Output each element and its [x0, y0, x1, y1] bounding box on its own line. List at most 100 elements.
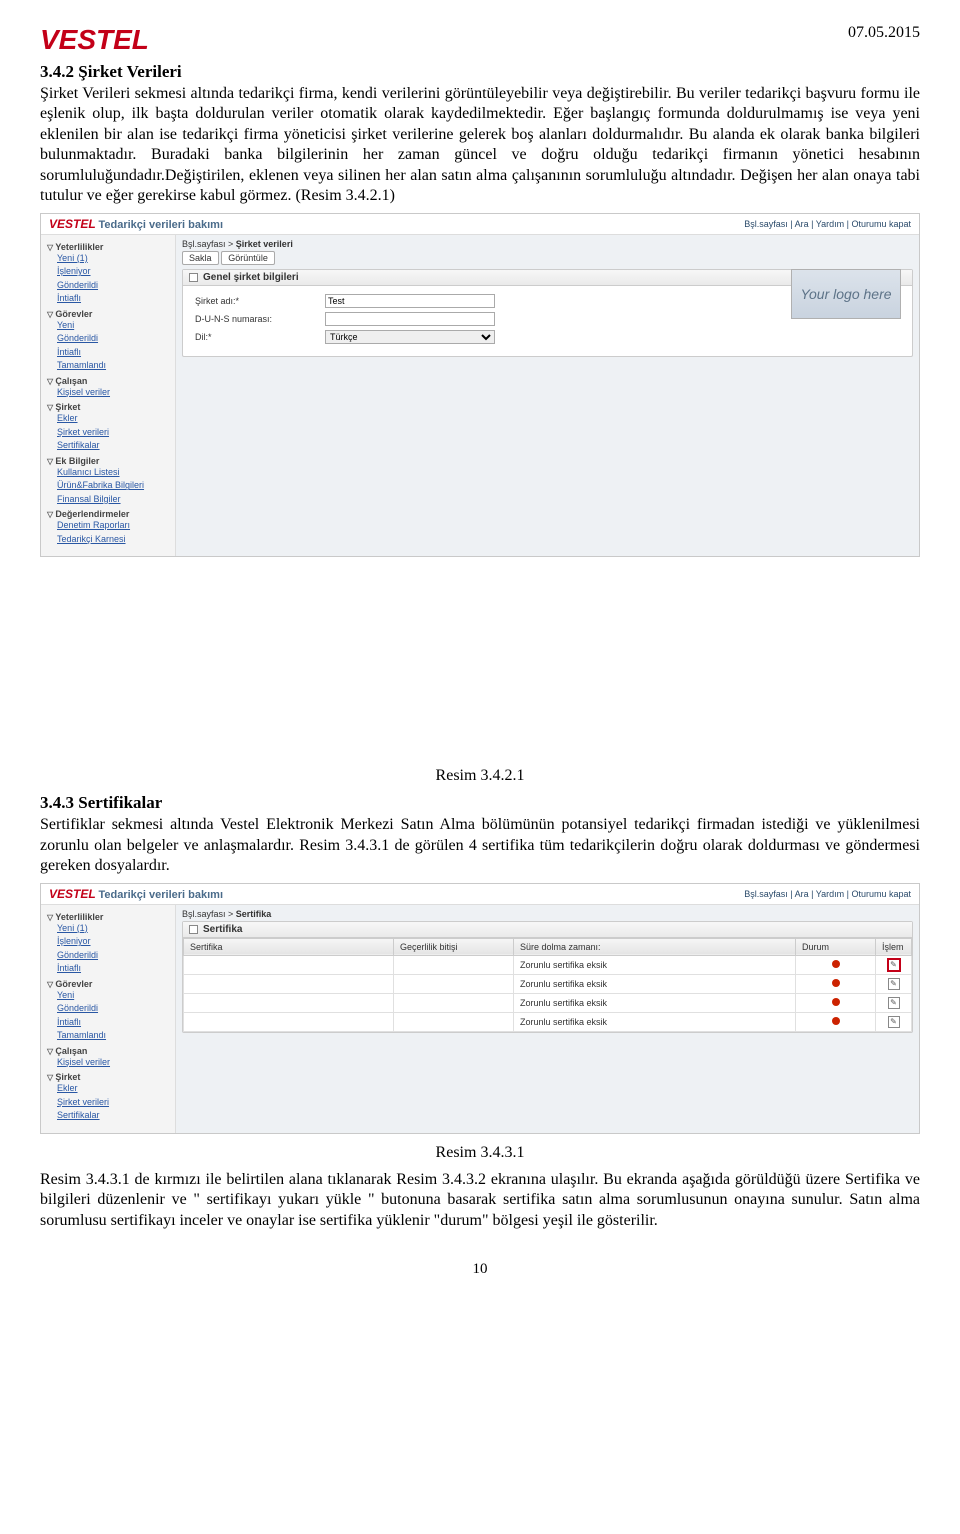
sidebar-item[interactable]: Gönderildi [47, 949, 169, 963]
sidebar-item[interactable]: Kişisel veriler [47, 386, 169, 400]
breadcrumb-pre[interactable]: Bşl.sayfası > [182, 239, 236, 249]
sidebar-item[interactable]: Tedarikçi Karnesi [47, 533, 169, 547]
sidebar-item[interactable]: İntiaflı [47, 346, 169, 360]
app-logo: VESTEL [49, 217, 96, 231]
th-due: Süre dolma zamanı: [514, 938, 796, 955]
sidebar-item[interactable]: Şirket verileri [47, 426, 169, 440]
sidebar-item[interactable]: Ekler [47, 412, 169, 426]
sidebar-item[interactable]: Yeni [47, 989, 169, 1003]
input-duns[interactable] [325, 312, 495, 326]
cell-due: Zorunlu sertifika eksik [514, 1012, 796, 1031]
section-3-4-2-title: 3.4.2 Şirket Verileri [40, 62, 920, 82]
sidebar-item[interactable]: Gönderildi [47, 279, 169, 293]
label-company-name: Şirket adı:* [195, 296, 325, 306]
sidebar-grp-yeterlilikler[interactable]: Yeterlilikler [47, 912, 169, 922]
edit-icon[interactable]: ✎ [888, 959, 900, 971]
sidebar-grp-gorevler[interactable]: Görevler [47, 309, 169, 319]
sidebar-grp-sirket[interactable]: Şirket [47, 1072, 169, 1082]
cell-due: Zorunlu sertifika eksik [514, 993, 796, 1012]
label-lang: Dil:* [195, 332, 325, 342]
table-row: Zorunlu sertifika eksik ✎ [184, 993, 912, 1012]
sidebar-item[interactable]: İntiaflı [47, 1016, 169, 1030]
label-duns: D-U-N-S numarası: [195, 314, 325, 324]
edit-icon[interactable]: ✎ [888, 978, 900, 990]
sidebar-item[interactable]: Yeni (1) [47, 252, 169, 266]
select-lang[interactable]: Türkçe [325, 330, 495, 344]
save-button[interactable]: Sakla [182, 251, 219, 265]
sidebar-item[interactable]: Sertifikalar [47, 439, 169, 453]
main-panel: Bşl.sayfası > Sertifika Sertifika Sertif… [176, 905, 919, 1133]
sidebar-item[interactable]: Gönderildi [47, 1002, 169, 1016]
sidebar-item[interactable]: İntiaflı [47, 962, 169, 976]
panel-title: Sertifika [203, 924, 242, 935]
sidebar-item[interactable]: Sertifikalar [47, 1109, 169, 1123]
breadcrumb: Bşl.sayfası > Sertifika [182, 909, 913, 919]
sidebar-item[interactable]: Kullanıcı Listesi [47, 466, 169, 480]
section-3-4-2-text: Şirket Verileri sekmesi altında tedarikç… [40, 84, 920, 207]
sidebar-item[interactable]: İşleniyor [47, 265, 169, 279]
sidebar-item[interactable]: Finansal Bilgiler [47, 493, 169, 507]
section-3-4-3-text: Sertifiklar sekmesi altında Vestel Elekt… [40, 815, 920, 876]
section-3-4-3-title: 3.4.3 Sertifikalar [40, 793, 920, 813]
sidebar-grp-gorevler[interactable]: Görevler [47, 979, 169, 989]
sidebar: Yeterlilikler Yeni (1) İşleniyor Gönderi… [41, 905, 176, 1133]
sidebar-item[interactable]: İntiaflı [47, 292, 169, 306]
collapse-icon[interactable] [189, 925, 198, 934]
sidebar-grp-yeterlilikler[interactable]: Yeterlilikler [47, 242, 169, 252]
sidebar-grp-degerlendirmeler[interactable]: Değerlendirmeler [47, 509, 169, 519]
breadcrumb: Bşl.sayfası > Şirket verileri [182, 239, 913, 249]
breadcrumb-current: Sertifika [236, 909, 272, 919]
sidebar-item[interactable]: Tamamlandı [47, 1029, 169, 1043]
status-dot-icon [832, 979, 840, 987]
status-dot-icon [832, 1017, 840, 1025]
sidebar-item[interactable]: Ürün&Fabrika Bilgileri [47, 479, 169, 493]
edit-icon[interactable]: ✎ [888, 1016, 900, 1028]
sidebar-grp-calisan[interactable]: Çalışan [47, 1046, 169, 1056]
caption-3-4-3-1: Resim 3.4.3.1 [40, 1144, 920, 1162]
view-button[interactable]: Görüntüle [221, 251, 275, 265]
breadcrumb-current: Şirket verileri [236, 239, 293, 249]
sidebar: Yeterlilikler Yeni (1) İşleniyor Gönderi… [41, 235, 176, 557]
main-panel: Bşl.sayfası > Şirket verileri Sakla Görü… [176, 235, 919, 557]
certificate-table: Sertifika Geçerlilik bitişi Süre dolma z… [183, 938, 912, 1032]
section-3-4-3-text2: Resim 3.4.3.1 de kırmızı ile belirtilen … [40, 1170, 920, 1231]
caption-3-4-2-1: Resim 3.4.2.1 [40, 767, 920, 785]
logo-placeholder[interactable]: Your logo here [791, 269, 901, 319]
sidebar-item[interactable]: Denetim Raporları [47, 519, 169, 533]
table-row: Zorunlu sertifika eksik ✎ [184, 974, 912, 993]
th-cert: Sertifika [184, 938, 394, 955]
sidebar-grp-calisan[interactable]: Çalışan [47, 376, 169, 386]
sidebar-item[interactable]: Yeni (1) [47, 922, 169, 936]
sidebar-item[interactable]: Ekler [47, 1082, 169, 1096]
table-row: Zorunlu sertifika eksik ✎ [184, 1012, 912, 1031]
edit-icon[interactable]: ✎ [888, 997, 900, 1009]
page-number: 10 [40, 1261, 920, 1278]
sidebar-item[interactable]: Şirket verileri [47, 1096, 169, 1110]
sidebar-grp-sirket[interactable]: Şirket [47, 402, 169, 412]
brand-logo: VESTEL [40, 24, 149, 56]
sidebar-item[interactable]: Tamamlandı [47, 359, 169, 373]
panel-title: Genel şirket bilgileri [203, 272, 299, 283]
input-company-name[interactable] [325, 294, 495, 308]
top-links[interactable]: Bşl.sayfası | Ara | Yardım | Oturumu kap… [744, 889, 911, 899]
doc-date: 07.05.2015 [848, 24, 920, 42]
table-row: Zorunlu sertifika eksik ✎ [184, 955, 912, 974]
sidebar-item[interactable]: Kişisel veriler [47, 1056, 169, 1070]
cell-due: Zorunlu sertifika eksik [514, 955, 796, 974]
sidebar-item[interactable]: Yeni [47, 319, 169, 333]
sidebar-item[interactable]: Gönderildi [47, 332, 169, 346]
top-links[interactable]: Bşl.sayfası | Ara | Yardım | Oturumu kap… [744, 219, 911, 229]
app-title: Tedarikçi verileri bakımı [98, 889, 223, 901]
sidebar-grp-ekbilgiler[interactable]: Ek Bilgiler [47, 456, 169, 466]
collapse-icon[interactable] [189, 273, 198, 282]
th-validity: Geçerlilik bitişi [394, 938, 514, 955]
sidebar-item[interactable]: İşleniyor [47, 935, 169, 949]
app-logo: VESTEL [49, 887, 96, 901]
screenshot-company-data: VESTEL Tedarikçi verileri bakımı Bşl.say… [40, 213, 920, 558]
app-title: Tedarikçi verileri bakımı [98, 219, 223, 231]
cell-due: Zorunlu sertifika eksik [514, 974, 796, 993]
screenshot-certificates: VESTEL Tedarikçi verileri bakımı Bşl.say… [40, 883, 920, 1134]
breadcrumb-pre[interactable]: Bşl.sayfası > [182, 909, 236, 919]
th-status: Durum [796, 938, 876, 955]
th-action: İşlem [876, 938, 912, 955]
